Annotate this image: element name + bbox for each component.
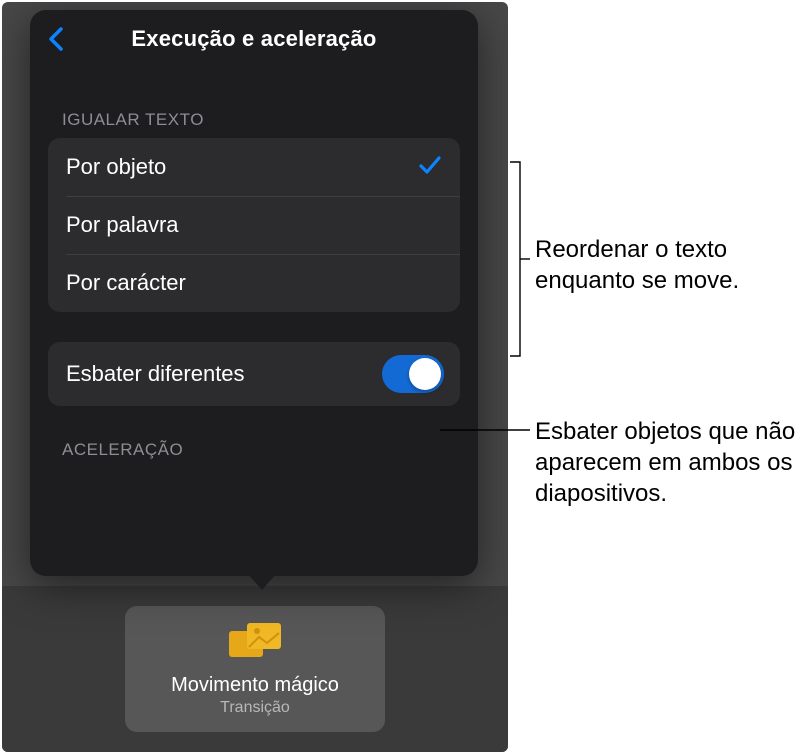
match-text-list: Por objeto Por palavra Por carácter — [48, 138, 460, 312]
transition-thumbnail[interactable]: Movimento mágico Transição — [125, 606, 385, 732]
section-header-acceleration: ACELERAÇÃO — [62, 440, 460, 460]
preview-stage: Movimento mágico Transição Execução e ac… — [2, 2, 508, 752]
match-text-option-by-character[interactable]: Por carácter — [48, 254, 460, 312]
delivery-acceleration-popover: Execução e aceleração IGUALAR TEXTO Por … — [30, 10, 478, 576]
chevron-left-icon — [47, 26, 65, 52]
fade-unmatched-label: Esbater diferentes — [66, 361, 245, 387]
popover-body: IGUALAR TEXTO Por objeto Por palavra Por… — [30, 68, 478, 460]
match-text-option-by-object[interactable]: Por objeto — [48, 138, 460, 196]
popover-header: Execução e aceleração — [30, 10, 478, 68]
fade-unmatched-row: Esbater diferentes — [48, 342, 460, 406]
option-label: Por carácter — [66, 270, 186, 296]
switch-knob — [409, 358, 441, 390]
option-label: Por palavra — [66, 212, 179, 238]
transition-name: Movimento mágico — [171, 674, 339, 697]
fade-unmatched-toggle[interactable] — [382, 355, 444, 393]
transition-kind: Transição — [220, 699, 290, 717]
callout-reorder-text: Reordenar o texto enquanto se move. — [535, 234, 805, 296]
popover-title: Execução e aceleração — [131, 26, 376, 52]
callout-fade-unmatched: Esbater objetos que não aparecem em ambo… — [535, 416, 805, 510]
popover-caret-icon — [248, 574, 276, 590]
bottom-bar: Movimento mágico Transição — [2, 586, 508, 752]
section-header-match-text: IGUALAR TEXTO — [62, 110, 460, 130]
checkmark-icon — [418, 154, 442, 181]
option-label: Por objeto — [66, 154, 166, 180]
magic-move-icon — [227, 621, 283, 666]
match-text-option-by-word[interactable]: Por palavra — [48, 196, 460, 254]
back-button[interactable] — [44, 24, 68, 54]
